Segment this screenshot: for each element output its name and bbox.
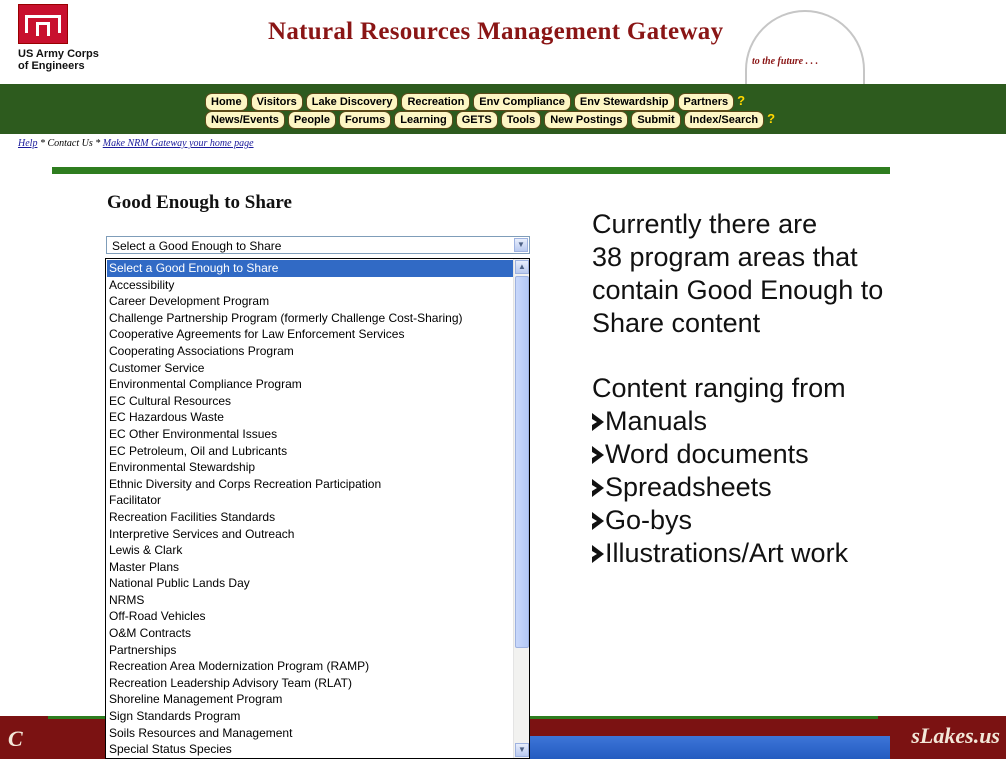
select-option[interactable]: O&M Contracts xyxy=(107,625,513,642)
select-option[interactable]: EC Hazardous Waste xyxy=(107,409,513,426)
arrow-bullet-icon xyxy=(592,412,604,431)
bullet-text: Illustrations/Art work xyxy=(605,538,849,568)
nav-env-stewardship-button[interactable]: Env Stewardship xyxy=(573,93,675,111)
select-options-list[interactable]: Select a Good Enough to Share Accessibili… xyxy=(105,258,530,759)
select-option[interactable]: Challenge Partnership Program (formerly … xyxy=(107,310,513,327)
nav-row-2: News/Events People Forums Learning GETS … xyxy=(205,111,777,129)
nav-news-events-button[interactable]: News/Events xyxy=(205,111,285,129)
info-line: contain Good Enough to xyxy=(592,275,884,305)
nav-home-button[interactable]: Home xyxy=(205,93,248,111)
bullet-item: Go-bys xyxy=(592,504,883,537)
select-option[interactable]: Special Status Species xyxy=(107,741,513,758)
select-option[interactable]: Interpretive Services and Outreach xyxy=(107,526,513,543)
select-option[interactable]: Recreation Leadership Advisory Team (RLA… xyxy=(107,675,513,692)
nav-gets-button[interactable]: GETS xyxy=(455,111,498,129)
org-name-line2: of Engineers xyxy=(18,60,85,72)
nav-learning-button[interactable]: Learning xyxy=(394,111,453,129)
help-question-icon[interactable]: ? xyxy=(737,93,747,109)
nav-people-button[interactable]: People xyxy=(287,111,336,129)
usace-castle-logo[interactable] xyxy=(18,4,68,44)
org-name-line1: US Army Corps xyxy=(18,48,99,60)
bullet-item: Word documents xyxy=(592,438,883,471)
select-option[interactable]: Lewis & Clark xyxy=(107,542,513,559)
main-navigation: Home Visitors Lake Discovery Recreation … xyxy=(0,84,1006,134)
nav-visitors-button[interactable]: Visitors xyxy=(250,93,303,111)
bullet-item: Illustrations/Art work xyxy=(592,537,883,570)
select-option[interactable]: Career Development Program xyxy=(107,293,513,310)
nav-lake-discovery-button[interactable]: Lake Discovery xyxy=(305,93,399,111)
bullet-text: Go-bys xyxy=(605,505,693,535)
range-intro: Content ranging from xyxy=(592,373,846,403)
nav-recreation-button[interactable]: Recreation xyxy=(401,93,471,111)
footer-left-text: C xyxy=(8,726,23,751)
nav-forums-button[interactable]: Forums xyxy=(338,111,392,129)
info-panel: Currently there are 38 program areas tha… xyxy=(592,208,883,570)
select-option[interactable]: EC Petroleum, Oil and Lubricants xyxy=(107,443,513,460)
help-link[interactable]: Help xyxy=(18,138,37,149)
select-option[interactable]: Soils Resources and Management xyxy=(107,725,513,742)
select-current-value: Select a Good Enough to Share xyxy=(112,239,282,253)
select-option[interactable]: Partnerships xyxy=(107,642,513,659)
select-option[interactable]: Cooperative Agreements for Law Enforceme… xyxy=(107,326,513,343)
select-option[interactable]: National Public Lands Day xyxy=(107,575,513,592)
arrow-bullet-icon xyxy=(592,544,604,563)
option-items: Select a Good Enough to Share Accessibili… xyxy=(107,260,513,758)
select-option[interactable]: Recreation Area Modernization Program (R… xyxy=(107,658,513,675)
select-option[interactable]: Recreation Facilities Standards xyxy=(107,509,513,526)
select-option[interactable]: EC Cultural Resources xyxy=(107,393,513,410)
select-option[interactable]: NRMS xyxy=(107,592,513,609)
nav-index-search-button[interactable]: Index/Search xyxy=(683,111,765,129)
footer-site-text: sLakes.us xyxy=(911,723,1000,748)
select-option[interactable]: Sign Standards Program xyxy=(107,708,513,725)
select-option[interactable]: Facilitator xyxy=(107,492,513,509)
os-taskbar xyxy=(530,736,890,759)
arrow-bullet-icon xyxy=(592,478,604,497)
page-title: Good Enough to Share xyxy=(107,192,292,213)
bullet-item: Manuals xyxy=(592,405,883,438)
make-homepage-link[interactable]: Make NRM Gateway your home page xyxy=(103,138,254,149)
scroll-down-icon[interactable]: ▼ xyxy=(515,743,529,757)
help-question-icon[interactable]: ? xyxy=(767,111,777,127)
nav-tools-button[interactable]: Tools xyxy=(500,111,542,129)
bullet-text: Manuals xyxy=(605,406,708,436)
site-title: Natural Resources Management Gateway xyxy=(268,18,724,45)
nav-partners-button[interactable]: Partners xyxy=(677,93,735,111)
bullet-text: Word documents xyxy=(605,439,809,469)
select-option[interactable]: Cooperating Associations Program xyxy=(107,343,513,360)
select-option[interactable]: Accessibility xyxy=(107,277,513,294)
select-option[interactable]: Off-Road Vehicles xyxy=(107,608,513,625)
nav-submit-button[interactable]: Submit xyxy=(631,111,681,129)
select-option[interactable]: EC Other Environmental Issues xyxy=(107,426,513,443)
good-enough-select[interactable]: Select a Good Enough to Share ▼ xyxy=(106,236,530,254)
info-line: Share content xyxy=(592,308,761,338)
select-option[interactable]: Master Plans xyxy=(107,559,513,576)
arrow-bullet-icon xyxy=(592,445,604,464)
gateway-arch-graphic xyxy=(745,10,865,90)
select-option[interactable]: Environmental Stewardship xyxy=(107,459,513,476)
bullet-text: Spreadsheets xyxy=(605,472,772,502)
help-links: Help * Contact Us * Make NRM Gateway you… xyxy=(18,138,254,149)
nav-env-compliance-button[interactable]: Env Compliance xyxy=(473,93,571,111)
list-scrollbar[interactable]: ▲ ▼ xyxy=(513,259,529,758)
nav-row-1: Home Visitors Lake Discovery Recreation … xyxy=(205,93,747,111)
select-option[interactable]: Customer Service xyxy=(107,360,513,377)
scroll-up-icon[interactable]: ▲ xyxy=(515,260,529,274)
bullet-item: Spreadsheets xyxy=(592,471,883,504)
site-tagline: to the future . . . xyxy=(752,56,819,67)
select-option[interactable]: Ethnic Diversity and Corps Recreation Pa… xyxy=(107,476,513,493)
content-top-rule xyxy=(52,167,890,174)
arrow-bullet-icon xyxy=(592,511,604,530)
select-option[interactable]: Select a Good Enough to Share xyxy=(107,260,513,277)
select-option[interactable]: Environmental Compliance Program xyxy=(107,376,513,393)
select-option[interactable]: Shoreline Management Program xyxy=(107,691,513,708)
contact-us-text: * Contact Us * xyxy=(37,138,103,149)
chevron-down-icon[interactable]: ▼ xyxy=(514,238,528,252)
info-line: Currently there are xyxy=(592,209,818,239)
org-name: US Army Corps of Engineers xyxy=(18,48,99,72)
scrollbar-thumb[interactable] xyxy=(515,276,529,648)
nav-new-postings-button[interactable]: New Postings xyxy=(544,111,629,129)
info-line: 38 program areas that xyxy=(592,242,858,272)
